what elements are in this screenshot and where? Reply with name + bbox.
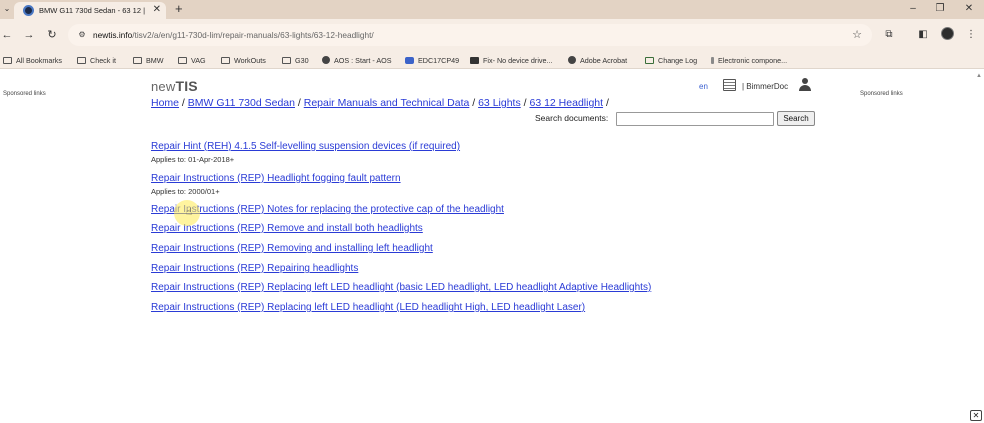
bookmark-label: EDC17CP49: [418, 56, 460, 65]
bookmarks-bar: All Bookmarks Check it BMW VAG WorkOuts …: [0, 52, 984, 69]
breadcrumb-63-lights[interactable]: 63 Lights: [478, 97, 521, 109]
bookmark-workouts[interactable]: WorkOuts: [221, 54, 266, 67]
site-icon: [470, 57, 479, 64]
bookmark-label: Change Log: [658, 56, 698, 65]
sponsored-links-left: Sponsored links: [3, 91, 46, 97]
breadcrumb-repair-manuals[interactable]: Repair Manuals and Technical Data: [304, 97, 470, 109]
doc-link-replace-led-laser[interactable]: Repair Instructions (REP) Replacing left…: [151, 302, 585, 313]
search-button[interactable]: Search: [777, 111, 815, 126]
bookmark-all-bookmarks[interactable]: All Bookmarks: [3, 54, 62, 67]
search-input[interactable]: [616, 112, 774, 126]
bookmark-electronic-components[interactable]: Electronic compone...: [711, 54, 787, 67]
user-icon-body: [799, 85, 811, 91]
doc-link-replace-led-adaptive[interactable]: Repair Instructions (REP) Replacing left…: [151, 282, 651, 293]
site-icon: [645, 57, 654, 64]
tab-strip: ⌄ BMW G11 730d Sedan - 63 12 | ✕ + – ❐ ✕: [0, 0, 984, 19]
forward-arrow-icon[interactable]: →: [22, 28, 36, 42]
back-arrow-icon[interactable]: ←: [0, 28, 14, 42]
globe-icon: [322, 56, 330, 64]
reload-icon[interactable]: ↻: [45, 28, 59, 42]
bmw-favicon-icon: [23, 5, 34, 16]
bookmark-label: VAG: [191, 56, 206, 65]
hand-cursor-icon: ☝: [186, 207, 193, 218]
bookmark-g30[interactable]: G30: [282, 54, 309, 67]
doc-link-remove-install-left[interactable]: Repair Instructions (REP) Removing and i…: [151, 243, 433, 254]
doc-link-reh-self-levelling[interactable]: Repair Hint (REH) 4.1.5 Self-levelling s…: [151, 141, 460, 152]
logo-prefix: new: [151, 79, 176, 94]
book-icon[interactable]: [723, 79, 736, 91]
sponsored-links-right: Sponsored links: [860, 91, 903, 97]
address-bar[interactable]: ⚙ newtis.info/tisv2/a/en/g11-730d-lim/re…: [68, 24, 872, 46]
bookmark-label: Electronic compone...: [718, 56, 788, 65]
folder-icon: [221, 57, 230, 64]
bookmark-bmw[interactable]: BMW: [133, 54, 164, 67]
site-icon: [405, 57, 414, 64]
language-selector[interactable]: en: [699, 82, 708, 91]
window-close-icon[interactable]: ✕: [962, 1, 976, 16]
scroll-up-icon[interactable]: ▲: [976, 73, 982, 79]
bookmark-label: AOS : Start - AOS: [334, 56, 392, 65]
folder-icon: [133, 57, 142, 64]
extensions-icon[interactable]: ⧉: [882, 28, 896, 42]
url-path: /tisv2/a/en/g11-730d-lim/repair-manuals/…: [132, 30, 374, 40]
breadcrumb-63-12-headlight[interactable]: 63 12 Headlight: [529, 97, 603, 109]
newtis-logo[interactable]: newTIS: [151, 78, 198, 94]
new-tab-button[interactable]: +: [175, 1, 183, 16]
globe-icon: [568, 56, 576, 64]
bookmark-label: Check it: [90, 56, 116, 65]
user-icon-head: [802, 78, 808, 84]
doc-link-repairing-headlights[interactable]: Repair Instructions (REP) Repairing head…: [151, 263, 358, 274]
doc-link-headlight-fogging[interactable]: Repair Instructions (REP) Headlight fogg…: [151, 173, 401, 184]
breadcrumb: Home / BMW G11 730d Sedan / Repair Manua…: [151, 97, 609, 109]
bookmark-star-icon[interactable]: ☆: [852, 28, 862, 42]
applies-to: Applies to: 01-Apr-2018+: [151, 155, 235, 164]
bookmark-label: All Bookmarks: [16, 56, 62, 65]
user-name[interactable]: | BimmerDoc: [742, 82, 788, 91]
user-icon[interactable]: [799, 78, 811, 91]
bookmark-label: WorkOuts: [234, 56, 266, 65]
bookmark-label: Adobe Acrobat: [580, 56, 628, 65]
breadcrumb-home[interactable]: Home: [151, 97, 179, 109]
bookmark-check-it[interactable]: Check it: [77, 54, 116, 67]
applies-to: Applies to: 2000/01+: [151, 187, 220, 196]
bookmark-aos[interactable]: AOS : Start - AOS: [322, 54, 392, 67]
bookmark-vag[interactable]: VAG: [178, 54, 206, 67]
side-panel-icon[interactable]: ◧: [916, 28, 930, 42]
minimize-icon[interactable]: –: [906, 1, 920, 16]
tab-close-icon[interactable]: ✕: [153, 4, 161, 16]
bookmark-label: Fix- No device drive...: [483, 56, 553, 65]
bookmark-edc17cp49[interactable]: EDC17CP49: [405, 54, 459, 67]
breadcrumb-model[interactable]: BMW G11 730d Sedan: [188, 97, 295, 109]
folder-icon: [3, 57, 12, 64]
site-info-icon[interactable]: ⚙: [76, 29, 88, 41]
bookmark-label: G30: [295, 56, 309, 65]
browser-toolbar: ← → ↻ ⚙ newtis.info/tisv2/a/en/g11-730d-…: [0, 19, 984, 52]
doc-link-protective-cap[interactable]: Repair Instructions (REP) Notes for repl…: [151, 204, 504, 215]
active-tab[interactable]: BMW G11 730d Sedan - 63 12 | ✕: [14, 2, 166, 19]
folder-icon: [178, 57, 187, 64]
bookmark-label: BMW: [146, 56, 164, 65]
url-text[interactable]: newtis.info/tisv2/a/en/g11-730d-lim/repa…: [93, 29, 374, 41]
bookmark-change-log[interactable]: Change Log: [645, 54, 697, 67]
close-overlay-icon[interactable]: ✕: [970, 410, 982, 421]
bookmark-adobe-acrobat[interactable]: Adobe Acrobat: [568, 54, 627, 67]
url-host: newtis.info: [93, 30, 133, 40]
menu-kebab-icon[interactable]: ⋮: [964, 28, 978, 42]
site-icon: [711, 57, 714, 64]
bookmark-fix-no-device[interactable]: Fix- No device drive...: [470, 54, 553, 67]
logo-bold: TIS: [175, 78, 198, 94]
tab-search-chevron-icon[interactable]: ⌄: [2, 3, 12, 15]
page-content: ▲ Sponsored links Sponsored links newTIS…: [0, 70, 984, 423]
folder-icon: [282, 57, 291, 64]
search-label: Search documents:: [535, 113, 609, 123]
folder-icon: [77, 57, 86, 64]
maximize-icon[interactable]: ❐: [933, 1, 947, 16]
profile-avatar[interactable]: [941, 27, 954, 40]
tab-title: BMW G11 730d Sedan - 63 12 |: [39, 6, 146, 15]
